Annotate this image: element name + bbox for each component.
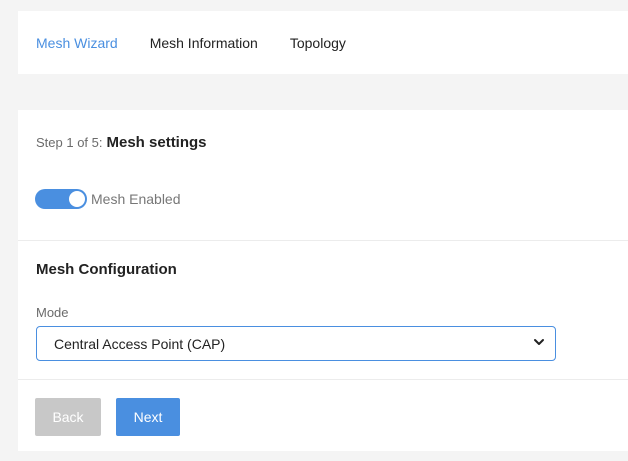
mesh-enabled-label: Mesh Enabled bbox=[91, 191, 181, 207]
wizard-card: Step 1 of 5: Mesh settings Mesh Enabled … bbox=[18, 110, 628, 451]
tab-mesh-wizard[interactable]: Mesh Wizard bbox=[36, 35, 118, 51]
mesh-enabled-row: Mesh Enabled bbox=[35, 189, 181, 209]
section-divider bbox=[18, 240, 628, 241]
mode-label: Mode bbox=[36, 305, 69, 320]
step-heading: Step 1 of 5: Mesh settings bbox=[36, 134, 207, 151]
mode-select-value: Central Access Point (CAP) bbox=[54, 335, 226, 352]
mode-select[interactable]: Central Access Point (CAP) bbox=[36, 326, 556, 361]
mesh-configuration-title: Mesh Configuration bbox=[36, 261, 177, 278]
step-title: Mesh settings bbox=[106, 134, 207, 151]
tab-topology[interactable]: Topology bbox=[290, 35, 346, 51]
step-counter: Step 1 of 5: bbox=[36, 135, 103, 150]
next-button[interactable]: Next bbox=[116, 398, 180, 436]
footer-divider bbox=[18, 379, 628, 380]
back-button[interactable]: Back bbox=[35, 398, 101, 436]
tab-mesh-information[interactable]: Mesh Information bbox=[150, 35, 258, 51]
mesh-wizard-page: Mesh Wizard Mesh Information Topology St… bbox=[0, 0, 628, 461]
mesh-enabled-toggle[interactable] bbox=[35, 189, 87, 209]
toggle-knob bbox=[69, 191, 85, 207]
tab-bar: Mesh Wizard Mesh Information Topology bbox=[18, 11, 628, 74]
chevron-down-icon bbox=[533, 335, 545, 353]
